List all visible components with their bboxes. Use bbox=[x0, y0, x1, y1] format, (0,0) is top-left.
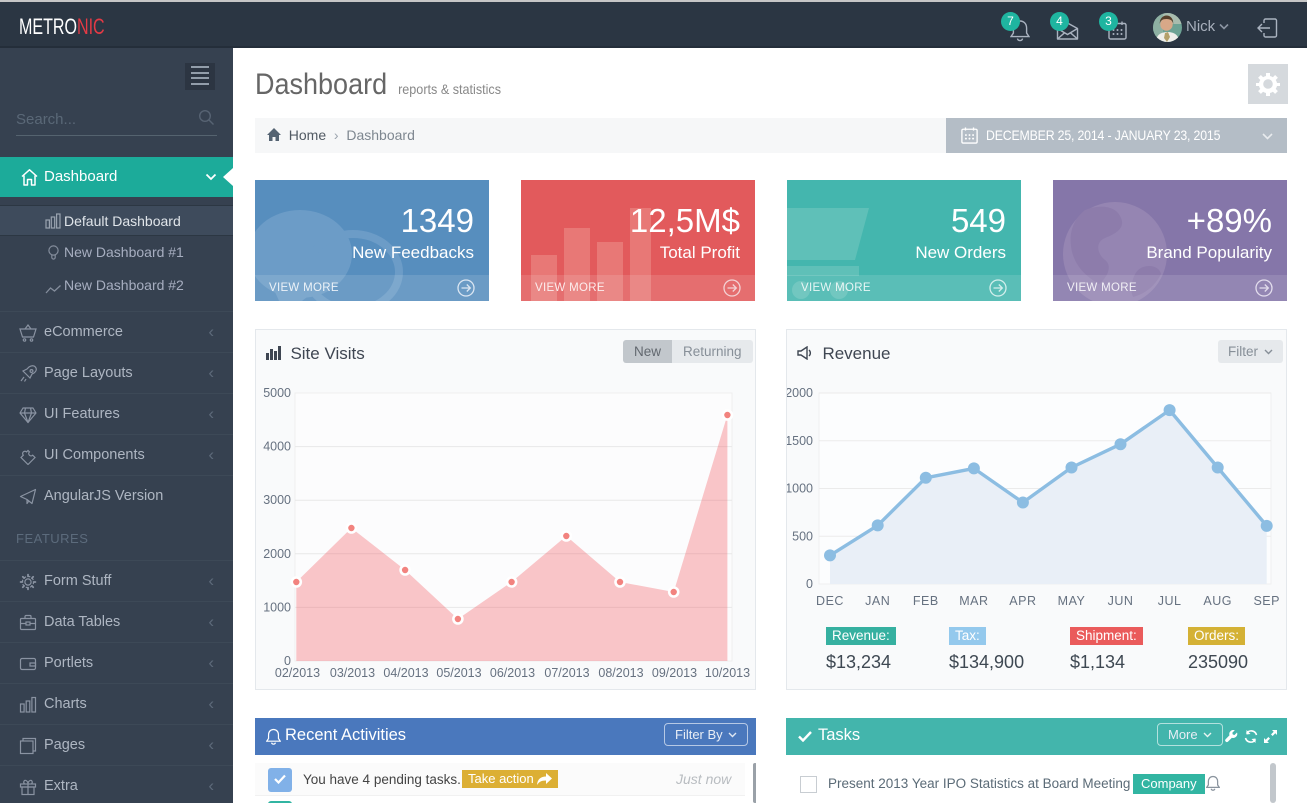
svg-text:0: 0 bbox=[806, 577, 813, 591]
svg-text:JAN: JAN bbox=[865, 594, 890, 608]
svg-text:AUG: AUG bbox=[1203, 594, 1232, 608]
svg-text:1000: 1000 bbox=[787, 482, 813, 496]
svg-text:08/2013: 08/2013 bbox=[598, 666, 643, 680]
svg-text:05/2013: 05/2013 bbox=[436, 666, 481, 680]
svg-text:DEC: DEC bbox=[816, 594, 844, 608]
svg-text:MAR: MAR bbox=[959, 594, 988, 608]
svg-text:06/2013: 06/2013 bbox=[490, 666, 535, 680]
svg-text:07/2013: 07/2013 bbox=[544, 666, 589, 680]
svg-text:1500: 1500 bbox=[787, 434, 813, 448]
svg-text:JUN: JUN bbox=[1108, 594, 1134, 608]
svg-text:SEP: SEP bbox=[1253, 594, 1280, 608]
svg-text:4000: 4000 bbox=[263, 440, 291, 454]
svg-text:09/2013: 09/2013 bbox=[652, 666, 697, 680]
svg-text:2000: 2000 bbox=[263, 547, 291, 561]
svg-text:FEB: FEB bbox=[913, 594, 939, 608]
svg-text:04/2013: 04/2013 bbox=[383, 666, 428, 680]
svg-text:1000: 1000 bbox=[263, 600, 291, 614]
svg-text:10/2013: 10/2013 bbox=[705, 666, 750, 680]
svg-text:02/2013: 02/2013 bbox=[275, 666, 320, 680]
svg-text:3000: 3000 bbox=[263, 493, 291, 507]
svg-text:03/2013: 03/2013 bbox=[330, 666, 375, 680]
svg-text:5000: 5000 bbox=[263, 386, 291, 400]
svg-text:MAY: MAY bbox=[1058, 594, 1086, 608]
svg-text:500: 500 bbox=[792, 529, 813, 543]
svg-text:JUL: JUL bbox=[1158, 594, 1182, 608]
svg-text:2000: 2000 bbox=[787, 386, 813, 400]
svg-text:APR: APR bbox=[1009, 594, 1036, 608]
